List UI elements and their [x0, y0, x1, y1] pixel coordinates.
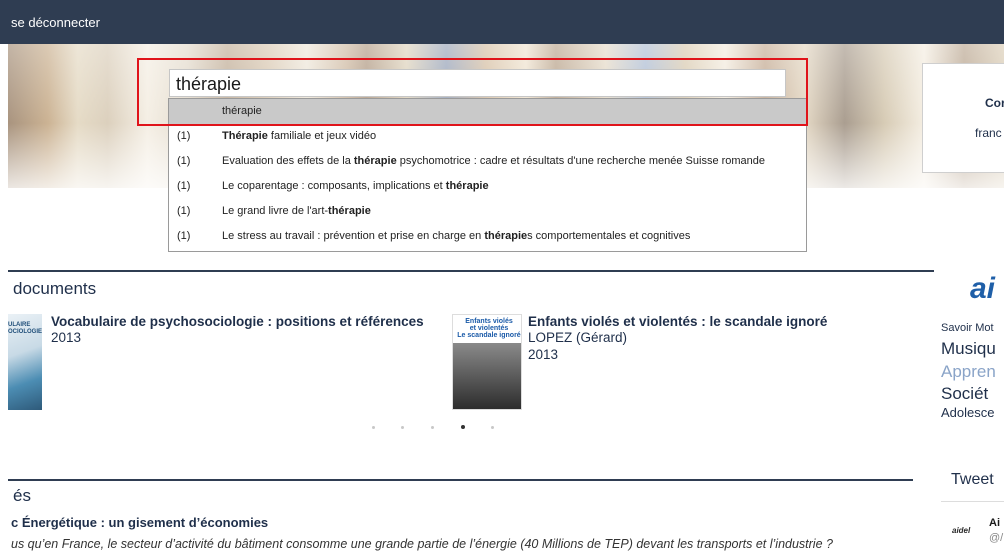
- section-divider: [8, 479, 913, 481]
- carousel-dot[interactable]: [491, 426, 494, 429]
- book-cover-image[interactable]: Enfants violés et violentés Le scandale ig…: [452, 314, 522, 410]
- book-cover-text: Enfants violés et violentés Le scandale ig…: [457, 318, 521, 339]
- suggestion-item[interactable]: (1) Thérapie familiale et jeux vidéo: [169, 124, 806, 149]
- carousel-dot[interactable]: [431, 426, 434, 429]
- carousel-pager: [368, 423, 508, 433]
- suggestion-text: Le grand livre de l'art-thérapie: [222, 205, 371, 217]
- news-item-excerpt: us qu’en France, le secteur d’activité d…: [11, 537, 833, 551]
- suggestion-count: (1): [177, 205, 191, 217]
- tweet-author-name[interactable]: Ai: [989, 517, 1000, 529]
- aidel-logo[interactable]: ai: [970, 272, 995, 306]
- suggestion-text: Evaluation des effets de la thérapie psy…: [222, 155, 766, 167]
- suggestion-count: (1): [177, 130, 191, 142]
- document-author: LOPEZ (Gérard): [528, 330, 628, 345]
- suggestion-count: (1): [177, 230, 191, 242]
- carousel-dot[interactable]: [372, 426, 375, 429]
- suggestion-item[interactable]: (1) Le coparentage : composants, implica…: [169, 174, 806, 199]
- tweet-author-handle[interactable]: @/: [989, 532, 1003, 544]
- tweets-heading: Tweet: [951, 471, 994, 488]
- tweets-divider: [941, 501, 1004, 502]
- tweet-avatar[interactable]: aidel: [952, 526, 970, 535]
- banner-info-box: Cor franc: [922, 63, 1004, 173]
- suggestion-item[interactable]: thérapie: [169, 99, 806, 124]
- search-input[interactable]: [169, 69, 786, 97]
- carousel-dot-active[interactable]: [461, 425, 465, 429]
- suggestion-item[interactable]: (1) Le stress au travail : prévention et…: [169, 224, 806, 249]
- suggestion-text: Le stress au travail : prévention et pri…: [222, 230, 691, 242]
- news-section-title: és: [13, 486, 31, 505]
- document-title-link[interactable]: Enfants violés et violentés : le scandal…: [528, 314, 827, 329]
- banner-box-text: franc: [975, 126, 1002, 140]
- suggestion-item[interactable]: (1) Evaluation des effets de la thérapie…: [169, 149, 806, 174]
- tag-cloud-item[interactable]: Appren: [941, 362, 996, 382]
- news-item-title[interactable]: c Énergétique : un gisement d’économies: [11, 515, 268, 530]
- suggestion-text: Thérapie familiale et jeux vidéo: [222, 130, 377, 142]
- suggestion-text: thérapie: [222, 105, 262, 117]
- book-cover-image[interactable]: ULAIRE OCIOLOGIE: [8, 314, 42, 410]
- top-bar: se déconnecter: [0, 0, 1004, 44]
- book-cover-photo: [453, 343, 521, 409]
- banner-box-heading: Cor: [985, 96, 1004, 110]
- tag-cloud-item[interactable]: Savoir Mot: [941, 322, 994, 334]
- tag-cloud-item[interactable]: Musiqu: [941, 339, 996, 359]
- document-year: 2013: [51, 330, 82, 345]
- book-cover-text: ULAIRE OCIOLOGIE: [8, 322, 42, 335]
- tag-cloud-item[interactable]: Adolesce: [941, 405, 994, 420]
- section-divider: [8, 270, 934, 272]
- suggestion-item[interactable]: (1) Le grand livre de l'art-thérapie: [169, 199, 806, 224]
- documents-section-title: documents: [13, 279, 97, 298]
- tag-cloud-item[interactable]: Sociét: [941, 384, 988, 404]
- logout-link[interactable]: se déconnecter: [11, 15, 100, 30]
- suggestion-text: Le coparentage : composants, implication…: [222, 180, 489, 192]
- autocomplete-dropdown: thérapie (1) Thérapie familiale et jeux …: [168, 98, 807, 252]
- suggestion-count: (1): [177, 155, 191, 167]
- document-title-link[interactable]: Vocabulaire de psychosociologie : positi…: [51, 314, 424, 329]
- carousel-dot[interactable]: [401, 426, 404, 429]
- suggestion-count: (1): [177, 180, 191, 192]
- document-year: 2013: [528, 347, 559, 362]
